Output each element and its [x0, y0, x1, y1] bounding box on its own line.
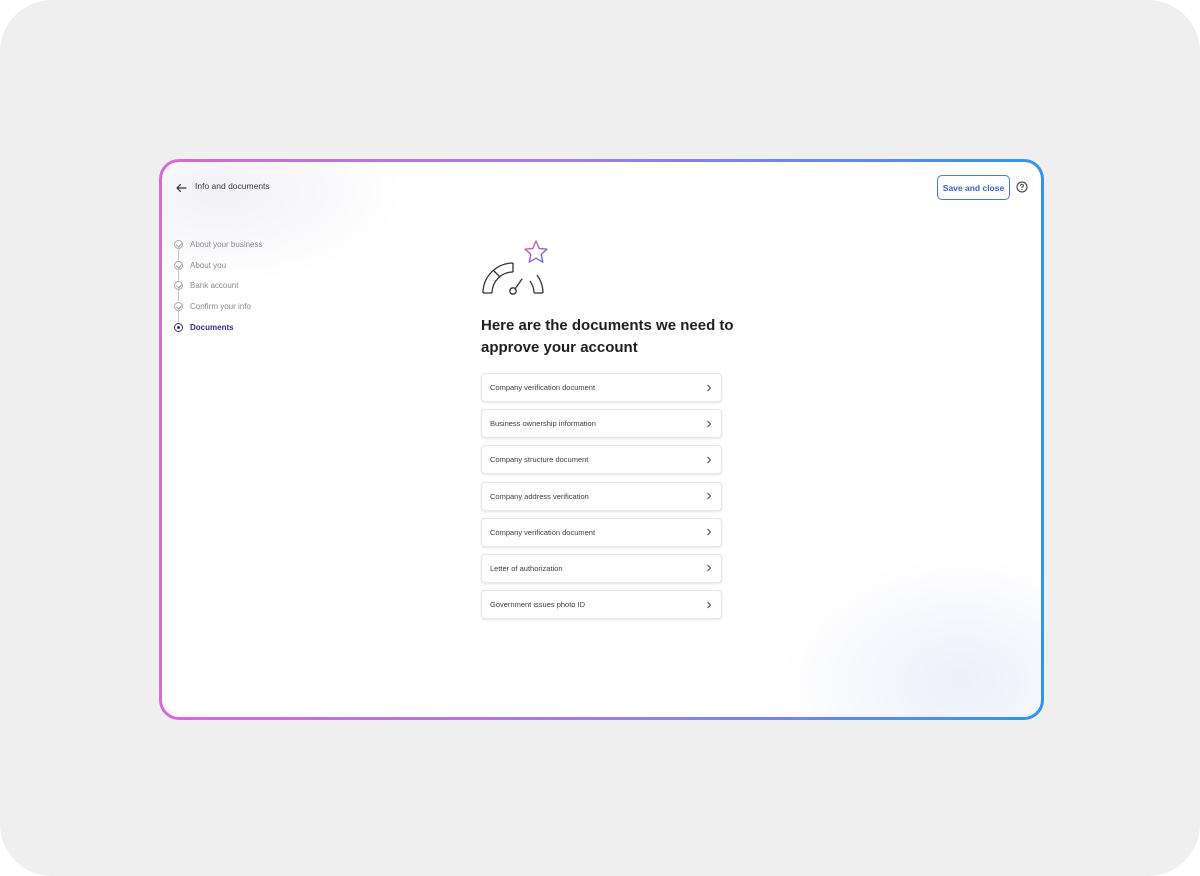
document-item-letter-of-authorization[interactable]: Letter of authorization: [481, 553, 722, 583]
document-item-business-ownership[interactable]: Business ownership information: [481, 409, 722, 439]
app-screen: Info and documents Save and close About …: [162, 162, 1041, 717]
document-item-company-address[interactable]: Company address verification: [481, 481, 722, 511]
chevron-right-icon: [707, 384, 712, 391]
document-label: Government issues photo ID: [490, 600, 586, 610]
save-and-close-button[interactable]: Save and close: [937, 175, 1010, 200]
device-background: Info and documents Save and close About …: [0, 0, 1200, 876]
document-label: Company structure document: [490, 455, 589, 465]
progress-stepper: About your business About you Bank accou…: [174, 234, 263, 337]
document-label: Company verification document: [490, 383, 596, 392]
chevron-right-icon: [707, 456, 712, 464]
document-label: Business ownership information: [490, 419, 596, 429]
documents-list: Company verification document Business o…: [481, 373, 722, 626]
document-item-government-photo-id[interactable]: Government issues photo ID: [481, 590, 722, 620]
help-icon[interactable]: [1016, 181, 1028, 193]
current-step-icon: [174, 322, 183, 332]
step-confirm-your-info[interactable]: Confirm your info: [174, 296, 263, 323]
gauge-star-illustration: [482, 240, 548, 295]
step-label: Confirm your info: [190, 301, 251, 311]
step-label: Bank account: [190, 281, 239, 291]
step-label: Documents: [190, 322, 234, 332]
document-label: Company address verification: [490, 491, 589, 501]
chevron-right-icon: [707, 565, 712, 572]
step-bank-account[interactable]: Bank account: [174, 275, 263, 302]
page-heading: Here are the documents we need to approv…: [481, 317, 734, 356]
step-about-you[interactable]: About you: [174, 255, 263, 281]
chevron-right-icon: [707, 601, 712, 608]
chevron-right-icon: [707, 528, 712, 536]
step-documents[interactable]: Documents: [174, 317, 263, 338]
page-title: Info and documents: [195, 181, 270, 191]
document-item-company-verification[interactable]: Company verification document: [481, 373, 722, 402]
chevron-right-icon: [707, 492, 712, 500]
step-label: About your business: [190, 239, 263, 249]
document-label: Letter of authorization: [490, 563, 563, 573]
document-item-company-structure[interactable]: Company structure document: [481, 445, 722, 475]
back-arrow-icon[interactable]: [174, 181, 188, 195]
document-label: Company verification document: [490, 527, 596, 537]
app-window-frame: Info and documents Save and close About …: [159, 159, 1044, 720]
document-item-company-verification-2[interactable]: Company verification document: [481, 517, 722, 547]
step-label: About you: [190, 260, 227, 270]
step-about-your-business[interactable]: About your business: [174, 234, 263, 260]
chevron-right-icon: [707, 420, 712, 428]
